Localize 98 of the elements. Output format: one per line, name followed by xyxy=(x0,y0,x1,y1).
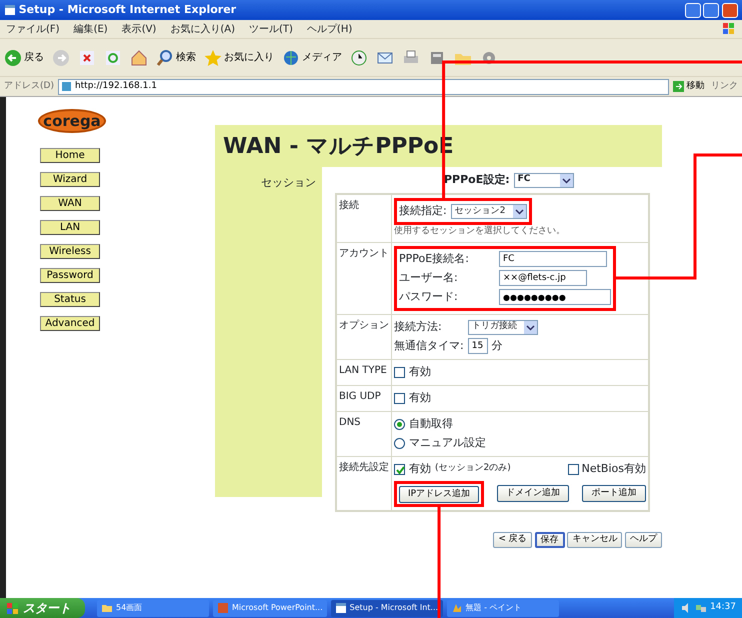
radio-label: 自動取得 xyxy=(409,416,453,432)
add-button[interactable]: ポート追加 xyxy=(582,485,646,502)
address-label: アドレス(D) xyxy=(4,80,54,93)
logo: corega xyxy=(38,109,106,133)
toolbar-button[interactable]: 戻る xyxy=(4,48,44,66)
action-button[interactable]: < 戻る xyxy=(493,532,532,548)
menu-item[interactable]: ツール(T) xyxy=(249,22,293,36)
checkbox-label: 有効 xyxy=(409,390,431,406)
hint-text: 使用するセッションを選択してください。 xyxy=(394,225,566,238)
caret-icon xyxy=(524,320,537,334)
nav-button[interactable]: Advanced xyxy=(40,316,100,331)
search-icon xyxy=(156,48,174,66)
slides-icon xyxy=(217,602,229,614)
nav-button[interactable]: WAN xyxy=(40,196,100,211)
section-label: セッション xyxy=(261,176,316,189)
row-label: アカウント xyxy=(339,248,389,258)
field-label: 接続方法: xyxy=(394,318,443,335)
field-label: ユーザー名: xyxy=(399,270,459,286)
row-label: LAN TYPE xyxy=(339,364,387,376)
folder-icon xyxy=(101,602,113,614)
star-icon xyxy=(204,48,222,66)
links-label[interactable]: リンク xyxy=(711,80,738,94)
radio-button[interactable] xyxy=(394,438,405,448)
toolbar-button[interactable]: メディア xyxy=(282,48,342,66)
taskbar-button[interactable]: 無題 - ペイント xyxy=(446,600,559,616)
method-dropdown[interactable]: トリガ接続 xyxy=(468,320,538,334)
network-icon xyxy=(695,602,708,614)
text-field[interactable]: ××@flets-c.jp xyxy=(499,270,587,286)
taskbar-button[interactable]: 54画面 xyxy=(97,600,209,616)
nav-button[interactable]: Password xyxy=(40,268,100,283)
field-label: PPPoE設定: xyxy=(444,172,510,188)
window-title: Setup - Microsoft Internet Explorer xyxy=(18,2,236,18)
menu-item[interactable]: お気に入り(A) xyxy=(170,22,235,36)
clock: 14:37 xyxy=(710,601,736,614)
taskbar-button[interactable]: Microsoft PowerPoint... xyxy=(213,600,327,616)
checkbox-label: NetBios有効 xyxy=(582,460,646,477)
field-label: PPPoE接続名: xyxy=(399,250,470,267)
row-label: 接続 xyxy=(339,200,359,211)
maximize-button[interactable] xyxy=(703,2,720,18)
minimize-button[interactable] xyxy=(684,2,700,18)
action-button[interactable]: 保存 xyxy=(534,532,564,548)
add-button[interactable]: ドメイン追加 xyxy=(497,485,570,502)
row-label: DNS xyxy=(339,416,361,428)
checkbox[interactable] xyxy=(568,464,579,474)
checkbox[interactable] xyxy=(394,392,405,404)
close-button[interactable] xyxy=(722,2,738,18)
page-icon xyxy=(60,81,72,92)
globe-icon xyxy=(282,48,300,66)
refresh-icon[interactable] xyxy=(104,48,122,66)
go-button[interactable]: 移動 xyxy=(672,80,704,94)
nav-button[interactable]: Status xyxy=(40,292,100,307)
menu-item[interactable]: ファイル(F) xyxy=(6,22,60,36)
paint-icon xyxy=(450,602,463,614)
house-icon[interactable] xyxy=(130,48,148,66)
field-label: 接続指定: xyxy=(399,203,447,220)
action-button[interactable]: キャンセル xyxy=(567,532,622,548)
menu-item[interactable]: 表示(V) xyxy=(122,22,156,36)
nav-button[interactable]: Wizard xyxy=(40,172,100,187)
radio-button[interactable] xyxy=(394,418,405,430)
checkbox[interactable] xyxy=(394,464,405,474)
unit-label: 分 xyxy=(492,338,503,354)
caret-icon xyxy=(560,174,573,186)
checkbox[interactable] xyxy=(394,366,405,378)
checkbox-label: 有効 xyxy=(409,460,431,477)
page-icon xyxy=(334,602,347,614)
arrow-icon xyxy=(672,81,684,92)
stop-icon[interactable] xyxy=(78,48,96,66)
add-button[interactable]: IPアドレス追加 xyxy=(399,486,480,503)
row-label: オプション xyxy=(339,320,389,330)
browser-icon xyxy=(4,4,16,16)
pppoe-dropdown[interactable]: FC xyxy=(514,172,574,188)
nav-button[interactable]: LAN xyxy=(40,220,100,235)
timer-field[interactable]: 15 xyxy=(468,338,488,354)
field-label: 無通信タイマ: xyxy=(394,338,464,354)
radio-label: マニュアル設定 xyxy=(409,434,486,451)
row-label: BIG UDP xyxy=(339,390,381,402)
toolbar-button[interactable]: 検索 xyxy=(156,48,196,66)
start-button[interactable]: スタート xyxy=(0,598,85,618)
address-field[interactable]: http://192.168.1.1 xyxy=(58,78,668,94)
clock-icon[interactable] xyxy=(350,48,368,66)
checkbox-label: 有効 xyxy=(409,364,431,380)
action-button[interactable]: ヘルプ xyxy=(625,532,662,548)
nav-button[interactable]: Wireless xyxy=(40,244,100,259)
note-text: (セッション2のみ) xyxy=(435,462,511,476)
session-dropdown[interactable]: セッション2 xyxy=(450,204,527,219)
menu-item[interactable]: ヘルプ(H) xyxy=(306,22,352,36)
menu-item[interactable]: 編集(E) xyxy=(74,22,108,36)
text-field[interactable]: FC xyxy=(499,251,607,267)
text-field[interactable]: ●●●●●●●●● xyxy=(499,289,611,305)
toolbar-button[interactable]: お気に入り xyxy=(204,48,274,66)
row-label: 接続先設定 xyxy=(339,462,389,472)
caret-icon xyxy=(512,205,526,218)
taskbar-button[interactable]: Setup - Microsoft Int... xyxy=(330,600,443,616)
windows-logo-icon xyxy=(6,602,19,614)
field-label: パスワード: xyxy=(399,288,459,305)
address-text: http://192.168.1.1 xyxy=(74,80,157,93)
windows-logo-icon xyxy=(722,22,736,36)
nav-button[interactable]: Home xyxy=(40,148,100,163)
